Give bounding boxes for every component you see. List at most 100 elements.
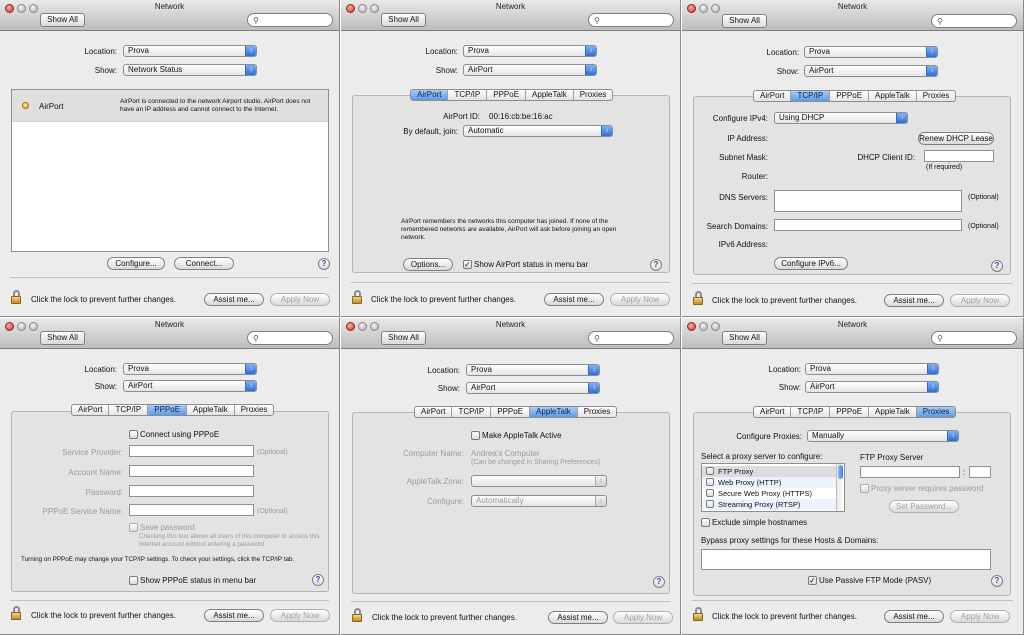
apply-now-button[interactable]: Apply Now: [270, 609, 330, 622]
search-field[interactable]: ⚲: [931, 14, 1017, 28]
tab-proxies[interactable]: Proxies: [574, 90, 613, 100]
proxy-list[interactable]: FTP Proxy Web Proxy (HTTP) Secure Web Pr…: [701, 463, 845, 512]
search-field[interactable]: ⚲: [588, 13, 674, 27]
tab-appletalk[interactable]: AppleTalk: [530, 407, 578, 417]
tab-pppoe[interactable]: PPPoE: [830, 407, 870, 417]
proxy-port-field[interactable]: [969, 466, 991, 478]
list-scrollbar[interactable]: [836, 464, 844, 511]
show-popup[interactable]: AirPort ↕: [123, 380, 257, 392]
show-popup[interactable]: AirPort ↕: [804, 65, 938, 77]
tab-airport[interactable]: AirPort: [754, 91, 792, 101]
account-name-field[interactable]: [129, 465, 254, 477]
tab-airport[interactable]: AirPort: [411, 90, 449, 100]
help-button[interactable]: ?: [312, 574, 324, 586]
tab-proxies[interactable]: Proxies: [917, 91, 956, 101]
lock-icon[interactable]: [10, 606, 22, 620]
network-status-list[interactable]: AirPort AirPort is connected to the netw…: [11, 89, 329, 252]
tab-tcpip[interactable]: TCP/IP: [448, 90, 488, 100]
set-password-button[interactable]: Set Password...: [889, 500, 959, 513]
exclude-simple-hostnames-checkbox[interactable]: [701, 518, 710, 527]
apply-now-button[interactable]: Apply Now: [610, 293, 670, 306]
show-popup[interactable]: Network Status ↕: [123, 64, 257, 76]
show-popup[interactable]: AirPort ↕: [463, 64, 597, 76]
help-button[interactable]: ?: [991, 260, 1003, 272]
tab-pppoe[interactable]: PPPoE: [830, 91, 870, 101]
proxy-server-field[interactable]: [860, 466, 960, 478]
lock-icon[interactable]: [692, 607, 704, 621]
tab-appletalk[interactable]: AppleTalk: [187, 405, 235, 415]
assist-me-button[interactable]: Assist me...: [548, 611, 608, 624]
configure-popup[interactable]: Automatically ↕: [471, 495, 607, 507]
show-all-button[interactable]: Show All: [722, 331, 767, 345]
tab-pppoe[interactable]: PPPoE: [148, 405, 188, 415]
pppoe-status-checkbox[interactable]: [129, 576, 138, 585]
lock-icon[interactable]: [351, 290, 363, 304]
tab-pppoe[interactable]: PPPoE: [491, 407, 531, 417]
dhcp-client-id-field[interactable]: [924, 150, 994, 162]
search-field[interactable]: ⚲: [931, 331, 1017, 345]
assist-me-button[interactable]: Assist me...: [884, 610, 944, 623]
ftp-proxy-checkbox[interactable]: [706, 467, 714, 475]
location-popup[interactable]: Prova ↕: [466, 364, 600, 376]
tab-proxies[interactable]: Proxies: [578, 407, 617, 417]
help-button[interactable]: ?: [653, 576, 665, 588]
help-button[interactable]: ?: [650, 259, 662, 271]
save-password-checkbox[interactable]: [129, 523, 138, 532]
location-popup[interactable]: Prova ↕: [463, 45, 597, 57]
apply-now-button[interactable]: Apply Now: [950, 294, 1010, 307]
tab-proxies[interactable]: Proxies: [235, 405, 274, 415]
search-field[interactable]: ⚲: [247, 13, 333, 27]
assist-me-button[interactable]: Assist me...: [884, 294, 944, 307]
show-popup[interactable]: AirPort ↕: [805, 381, 939, 393]
lock-icon[interactable]: [351, 608, 363, 622]
list-item[interactable]: FTP Proxy: [702, 466, 844, 477]
password-field[interactable]: [129, 485, 254, 497]
lock-icon[interactable]: [692, 291, 704, 305]
service-provider-field[interactable]: [129, 445, 254, 457]
show-all-button[interactable]: Show All: [40, 13, 85, 27]
assist-me-button[interactable]: Assist me...: [544, 293, 604, 306]
location-popup[interactable]: Prova ↕: [123, 45, 257, 57]
secure-web-proxy-checkbox[interactable]: [706, 489, 714, 497]
appletalk-zone-popup[interactable]: ↕: [471, 475, 607, 487]
list-item[interactable]: Streaming Proxy (RTSP): [702, 499, 844, 510]
options-button[interactable]: Options...: [403, 258, 453, 271]
bypass-hosts-field[interactable]: [701, 549, 991, 570]
airport-status-checkbox[interactable]: ✓: [463, 260, 472, 269]
configure-ipv6-button[interactable]: Configure IPv6...: [774, 257, 848, 270]
lock-icon[interactable]: [10, 290, 22, 304]
tab-tcpip[interactable]: TCP/IP: [109, 405, 149, 415]
tab-tcpip[interactable]: TCP/IP: [791, 91, 831, 101]
help-button[interactable]: ?: [991, 575, 1003, 587]
tab-appletalk[interactable]: AppleTalk: [526, 90, 574, 100]
configure-button[interactable]: Configure...: [107, 257, 165, 270]
apply-now-button[interactable]: Apply Now: [613, 611, 673, 624]
assist-me-button[interactable]: Assist me...: [204, 609, 264, 622]
location-popup[interactable]: Prova ↕: [804, 46, 938, 58]
tab-airport[interactable]: AirPort: [72, 405, 110, 415]
show-all-button[interactable]: Show All: [40, 331, 85, 345]
search-field[interactable]: ⚲: [588, 331, 674, 345]
streaming-proxy-checkbox[interactable]: [706, 500, 714, 508]
search-domains-field[interactable]: [774, 219, 962, 231]
join-popup[interactable]: Automatic ↕: [463, 125, 613, 137]
search-field[interactable]: ⚲: [247, 331, 333, 345]
apply-now-button[interactable]: Apply Now: [950, 610, 1010, 623]
assist-me-button[interactable]: Assist me...: [204, 293, 264, 306]
show-all-button[interactable]: Show All: [381, 331, 426, 345]
list-item[interactable]: AirPort AirPort is connected to the netw…: [12, 90, 328, 122]
tab-tcpip[interactable]: TCP/IP: [452, 407, 492, 417]
tab-proxies[interactable]: Proxies: [916, 407, 956, 417]
configure-proxies-popup[interactable]: Manually ↕: [807, 430, 959, 442]
pppoe-service-field[interactable]: [129, 504, 254, 516]
requires-password-checkbox[interactable]: [860, 484, 869, 493]
tab-airport[interactable]: AirPort: [754, 407, 792, 417]
tab-airport[interactable]: AirPort: [415, 407, 453, 417]
scroll-thumb[interactable]: [838, 465, 843, 479]
connect-pppoe-checkbox[interactable]: [129, 430, 138, 439]
location-popup[interactable]: Prova ↕: [805, 363, 939, 375]
help-button[interactable]: ?: [318, 258, 330, 270]
configure-ipv4-popup[interactable]: Using DHCP ↕: [774, 112, 908, 124]
show-all-button[interactable]: Show All: [722, 14, 767, 28]
list-item[interactable]: Web Proxy (HTTP): [702, 477, 844, 488]
